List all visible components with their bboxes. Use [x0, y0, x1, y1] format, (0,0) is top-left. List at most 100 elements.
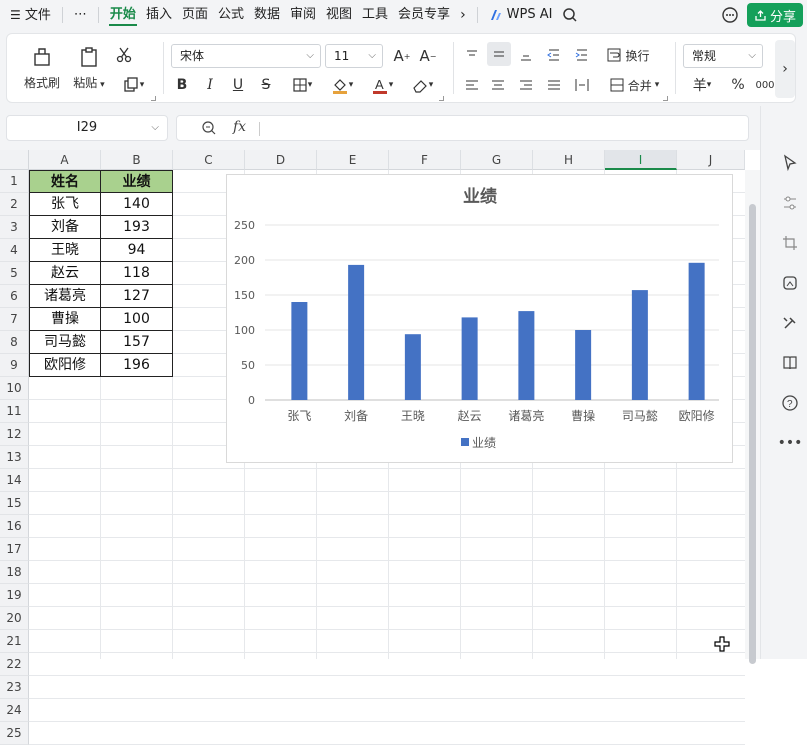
row-header-4[interactable]: 4	[0, 239, 29, 262]
justify-icon[interactable]	[543, 74, 565, 96]
row-header-9[interactable]: 9	[0, 354, 29, 377]
table-header-cell[interactable]: 业绩	[101, 170, 173, 193]
table-cell[interactable]: 193	[101, 216, 173, 239]
gallery-icon[interactable]	[779, 272, 801, 294]
chart-object[interactable]: 业绩 0 50 100 150 200 250 张飞 刘备 王晓 赵云 诸葛亮 曹操 司马懿 欧阳修 业绩	[226, 174, 733, 463]
table-cell[interactable]: 诸葛亮	[29, 285, 101, 308]
book-icon[interactable]	[779, 352, 801, 374]
align-center-icon[interactable]	[487, 74, 509, 96]
row-header-12[interactable]: 12	[0, 423, 29, 446]
ribbon-scroll-right-button[interactable]: ›	[775, 40, 795, 98]
fill-color-button[interactable]: ▾	[325, 74, 359, 96]
column-header-e[interactable]: E	[317, 150, 389, 170]
column-header-g[interactable]: G	[461, 150, 533, 170]
row-header-10[interactable]: 10	[0, 377, 29, 400]
column-header-b[interactable]: B	[101, 150, 173, 170]
tab-page[interactable]: 页面	[177, 0, 213, 30]
crop-icon[interactable]	[779, 232, 801, 254]
align-left-icon[interactable]	[461, 74, 483, 96]
row-header-5[interactable]: 5	[0, 262, 29, 285]
row-header-23[interactable]: 23	[0, 676, 29, 699]
underline-button[interactable]: U	[227, 74, 249, 96]
table-cell[interactable]: 欧阳修	[29, 354, 101, 377]
copy-icon[interactable]: ▾	[113, 74, 153, 96]
currency-button[interactable]: 羊 ▾	[685, 74, 719, 96]
name-box[interactable]: I29 ⌵	[6, 115, 168, 141]
more-icon[interactable]: •••	[778, 432, 803, 454]
table-cell[interactable]: 王晓	[29, 239, 101, 262]
number-format-select[interactable]: 常规 ⌵	[683, 44, 763, 68]
row-header-22[interactable]: 22	[0, 653, 29, 676]
row-header-25[interactable]: 25	[0, 722, 29, 745]
row-header-6[interactable]: 6	[0, 285, 29, 308]
row-header-20[interactable]: 20	[0, 607, 29, 630]
row-header-3[interactable]: 3	[0, 216, 29, 239]
table-cell[interactable]: 刘备	[29, 216, 101, 239]
distribute-icon[interactable]	[571, 74, 593, 96]
table-cell[interactable]: 司马懿	[29, 331, 101, 354]
formula-input[interactable]	[267, 119, 742, 139]
vertical-scrollbar[interactable]	[745, 170, 760, 664]
row-header-24[interactable]: 24	[0, 699, 29, 722]
align-middle-icon[interactable]	[487, 42, 511, 66]
align-bottom-icon[interactable]	[515, 44, 537, 66]
column-header-d[interactable]: D	[245, 150, 317, 170]
scrollbar-thumb[interactable]	[749, 204, 756, 664]
table-header-cell[interactable]: 姓名	[29, 170, 101, 193]
column-header-h[interactable]: H	[533, 150, 605, 170]
row-header-16[interactable]: 16	[0, 515, 29, 538]
tab-tools[interactable]: 工具	[357, 0, 393, 30]
font-size-select[interactable]: 11 ⌵	[325, 44, 383, 68]
row-header-18[interactable]: 18	[0, 561, 29, 584]
chat-icon[interactable]	[721, 6, 739, 28]
tab-formula[interactable]: 公式	[213, 0, 249, 30]
table-cell[interactable]: 157	[101, 331, 173, 354]
file-menu[interactable]: ☰ 文件	[0, 0, 56, 30]
indent-decrease-icon[interactable]	[543, 44, 565, 66]
strikethrough-button[interactable]: S	[255, 74, 277, 96]
merge-cells-button[interactable]: 合并 ▾	[603, 73, 665, 97]
tab-home[interactable]: 开始	[105, 0, 141, 30]
table-cell[interactable]: 张飞	[29, 193, 101, 216]
row-header-13[interactable]: 13	[0, 446, 29, 469]
select-all-corner[interactable]	[0, 150, 29, 170]
share-button[interactable]: 分享	[747, 3, 803, 27]
bold-button[interactable]: B	[171, 74, 193, 96]
column-header-f[interactable]: F	[389, 150, 461, 170]
row-header-7[interactable]: 7	[0, 308, 29, 331]
table-cell[interactable]: 196	[101, 354, 173, 377]
thousands-separator-button[interactable]: 000	[755, 74, 775, 96]
fx-button[interactable]: fx	[233, 119, 246, 135]
font-family-select[interactable]: 宋体 ⌵	[171, 44, 321, 68]
help-icon[interactable]: ?	[779, 392, 801, 414]
wrap-text-button[interactable]: 换行	[603, 43, 653, 67]
tab-member[interactable]: 会员专享	[393, 0, 455, 30]
decrease-font-icon[interactable]: A −	[417, 44, 439, 68]
cut-icon[interactable]	[113, 44, 135, 66]
paste-button[interactable]: 粘贴 ▾	[69, 40, 109, 96]
row-header-21[interactable]: 21	[0, 630, 29, 653]
row-header-11[interactable]: 11	[0, 400, 29, 423]
align-top-icon[interactable]	[461, 44, 483, 66]
row-header-1[interactable]: 1	[0, 170, 29, 193]
chevron-right-icon[interactable]: ›	[455, 0, 471, 30]
table-cell[interactable]: 140	[101, 193, 173, 216]
more-menu-button[interactable]: ⋯	[69, 0, 92, 30]
table-cell[interactable]: 100	[101, 308, 173, 331]
alignment-expander[interactable]	[663, 96, 668, 101]
column-header-j[interactable]: J	[677, 150, 745, 170]
table-cell[interactable]: 曹操	[29, 308, 101, 331]
tab-review[interactable]: 审阅	[285, 0, 321, 30]
align-right-icon[interactable]	[515, 74, 537, 96]
italic-button[interactable]: I	[199, 74, 221, 96]
percent-button[interactable]: %	[727, 74, 749, 96]
column-header-i[interactable]: I	[605, 150, 677, 170]
indent-increase-icon[interactable]	[571, 44, 593, 66]
clipboard-expander[interactable]	[151, 96, 156, 101]
row-header-17[interactable]: 17	[0, 538, 29, 561]
tab-insert[interactable]: 插入	[141, 0, 177, 30]
tab-data[interactable]: 数据	[249, 0, 285, 30]
row-header-14[interactable]: 14	[0, 469, 29, 492]
row-header-19[interactable]: 19	[0, 584, 29, 607]
zoom-icon[interactable]	[201, 120, 217, 140]
